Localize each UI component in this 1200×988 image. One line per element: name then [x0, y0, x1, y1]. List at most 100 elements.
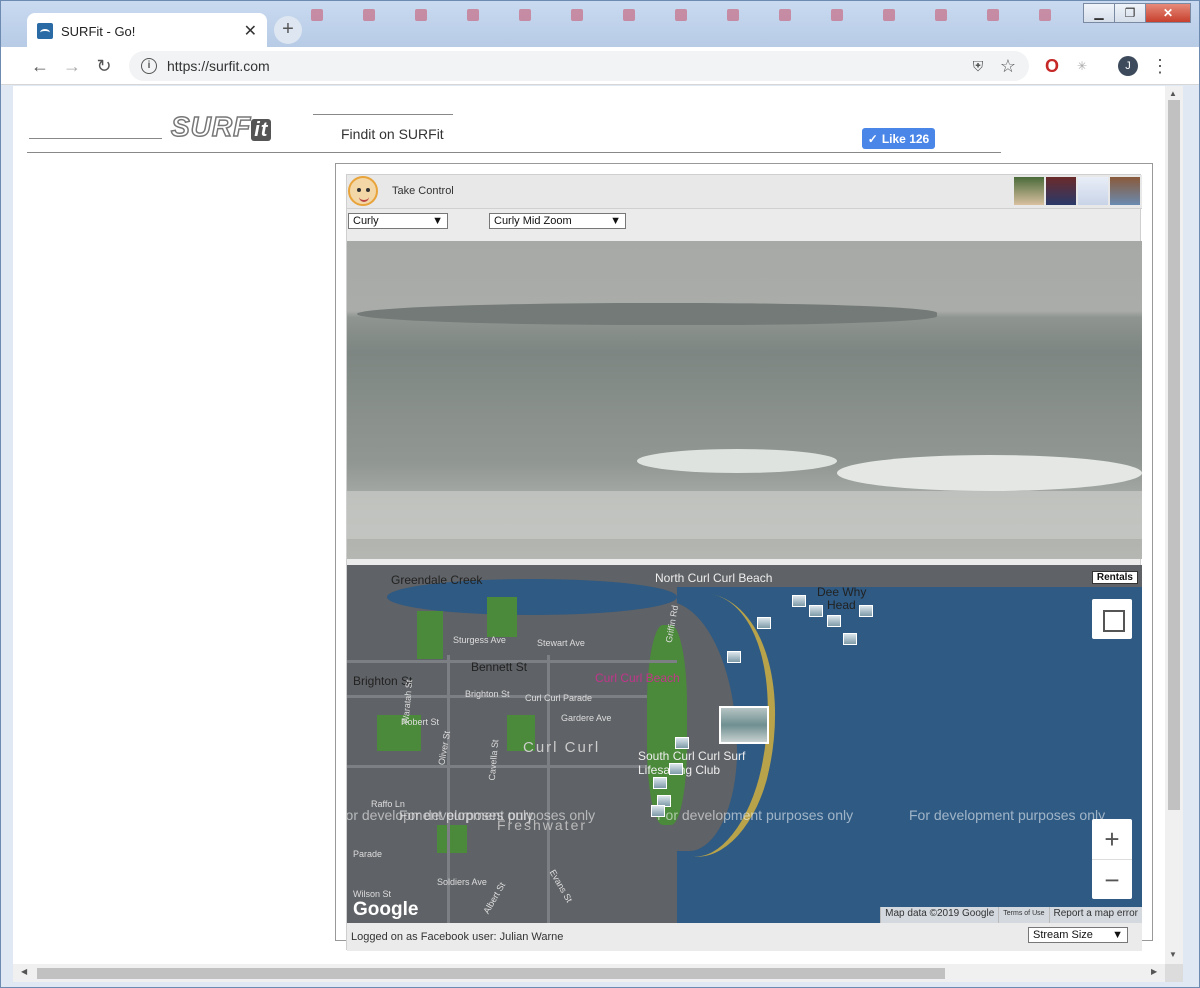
viewer-avatar[interactable]: [1110, 177, 1140, 205]
facebook-like-button[interactable]: ✓ Like 126: [862, 128, 935, 149]
zoom-in-button[interactable]: +: [1092, 819, 1132, 859]
map-poi-label[interactable]: South Curl Curl Surf: [638, 749, 745, 763]
camera-marker[interactable]: [827, 615, 841, 627]
map-data-text: Map data ©2019 Google: [880, 907, 998, 923]
camera-marker[interactable]: [859, 605, 873, 617]
scroll-right-icon: ▶: [1151, 967, 1158, 976]
map-label: Wilson St: [353, 889, 392, 899]
divider-line: [313, 114, 453, 115]
select-row: Curly ▼ Curly Mid Zoom ▼: [347, 209, 1142, 241]
header-divider: [27, 152, 1001, 153]
extension-icon[interactable]: O: [1041, 55, 1063, 77]
camera-marker[interactable]: [809, 605, 823, 617]
headland: [357, 303, 937, 325]
tab-title: SURFit - Go!: [61, 23, 136, 39]
camera-marker[interactable]: [843, 633, 857, 645]
scroll-thumb[interactable]: [37, 968, 945, 979]
vertical-scrollbar[interactable]: ▲ ▼: [1165, 86, 1183, 964]
reload-icon[interactable]: ↻: [93, 55, 115, 77]
camera-marker[interactable]: [653, 777, 667, 789]
fullscreen-icon[interactable]: [1092, 599, 1132, 639]
map-label: Greendale Creek: [391, 573, 483, 587]
viewer-avatars: [1014, 177, 1140, 205]
forward-arrow-icon[interactable]: →: [61, 55, 83, 77]
bookmark-star-icon[interactable]: ☆: [997, 55, 1019, 77]
logged-on-status: Logged on as Facebook user: Julian Warne: [351, 931, 564, 943]
map-poi-label[interactable]: Curl Curl Beach: [595, 671, 680, 685]
scroll-up-icon: ▲: [1169, 89, 1177, 98]
zoom-control: + −: [1092, 819, 1132, 899]
camera-marker[interactable]: [727, 651, 741, 663]
camera-marker[interactable]: [669, 763, 683, 775]
profile-avatar[interactable]: J: [1118, 56, 1138, 76]
surfcam-panel: Take Control Curly ▼ Curly Mid Zoom ▼ Gr…: [335, 163, 1153, 951]
tagline: Findit on SURFit: [341, 126, 444, 142]
new-tab-button[interactable]: +: [274, 16, 302, 44]
google-map[interactable]: Greendale Creek North Curl Curl Beach De…: [347, 565, 1142, 923]
map-label: Sturgess Ave: [453, 635, 506, 645]
url-text: https://surfit.com: [167, 58, 270, 74]
tab-close-icon[interactable]: ✕: [244, 21, 257, 41]
map-label: Soldiers Ave: [437, 877, 487, 887]
google-logo[interactable]: Google: [353, 899, 418, 921]
dropdown-arrow-icon: ▼: [610, 215, 621, 227]
map-label: Bennett St: [471, 660, 528, 674]
address-bar[interactable]: i https://surfit.com: [129, 51, 1029, 81]
maximize-button[interactable]: ❐: [1114, 3, 1146, 23]
browser-toolbar: ← → ↻ i https://surfit.com ⛨ ☆ O ✳ ⋮: [1, 47, 1199, 85]
dropdown-arrow-icon: ▼: [432, 215, 443, 227]
close-window-button[interactable]: ✕: [1145, 3, 1191, 23]
take-control-link[interactable]: Take Control: [392, 185, 454, 197]
map-label: Parade: [353, 849, 383, 859]
menu-dots-icon[interactable]: ⋮: [1149, 55, 1171, 77]
rentals-button[interactable]: Rentals: [1091, 571, 1138, 584]
horizontal-scrollbar[interactable]: ◀ ▶: [13, 964, 1165, 982]
divider-line: [29, 138, 162, 139]
breaking-wave: [837, 455, 1142, 491]
map-label: Curl Curl: [523, 739, 601, 756]
camera-marker[interactable]: [757, 617, 771, 629]
stream-size-select[interactable]: Stream Size ▼: [1028, 927, 1128, 943]
surfit-logo[interactable]: SURF it: [170, 112, 331, 141]
title-bar: SURFit - Go! ✕ + ▁ ❐ ✕: [1, 1, 1199, 49]
zoom-out-button[interactable]: −: [1092, 860, 1132, 900]
camera-marker[interactable]: [651, 805, 665, 817]
back-arrow-icon[interactable]: ←: [29, 55, 51, 77]
viewer-avatar[interactable]: [1046, 177, 1076, 205]
map-attribution: Map data ©2019 Google Terms of Use Repor…: [880, 907, 1142, 923]
privacy-shield-icon[interactable]: ⛨: [967, 55, 989, 77]
panel-footer: Logged on as Facebook user: Julian Warne…: [347, 923, 1142, 951]
report-map-error-link[interactable]: Report a map error: [1048, 907, 1142, 923]
map-watermark: For development purposes only: [399, 807, 596, 823]
surf-camera-stream[interactable]: [347, 241, 1142, 559]
surfit-favicon-icon: [37, 23, 53, 39]
camera-marker[interactable]: [675, 737, 689, 749]
location-select[interactable]: Curly ▼: [348, 213, 448, 229]
selected-camera-marker[interactable]: [719, 706, 769, 744]
background-tabs: [311, 9, 1071, 23]
check-icon: ✓: [867, 131, 878, 146]
page-viewport: SURF it Findit on SURFit ✓ Like 126 Take …: [13, 86, 1165, 964]
whitewater: [347, 491, 1142, 539]
dropdown-arrow-icon: ▼: [1112, 929, 1123, 941]
minimize-button[interactable]: ▁: [1083, 3, 1115, 23]
scroll-thumb[interactable]: [1168, 100, 1180, 810]
map-label: Brighton St: [465, 689, 510, 699]
site-info-icon[interactable]: i: [141, 58, 157, 74]
map-label: Dee Why: [817, 585, 867, 599]
camera-marker[interactable]: [792, 595, 806, 607]
camera-select[interactable]: Curly Mid Zoom ▼: [489, 213, 626, 229]
control-bar: Take Control: [347, 175, 1142, 209]
terms-link[interactable]: Terms of Use: [998, 907, 1048, 923]
browser-window: SURFit - Go! ✕ + ▁ ❐ ✕ ← → ↻ i https://s…: [0, 0, 1200, 988]
extension-2-icon[interactable]: ✳: [1071, 55, 1093, 77]
map-watermark: For development purposes only: [657, 807, 854, 823]
window-controls: ▁ ❐ ✕: [1083, 3, 1191, 23]
map-watermark: For development purposes only: [909, 807, 1106, 823]
viewer-avatar[interactable]: [1014, 177, 1044, 205]
scroll-left-icon: ◀: [21, 967, 28, 976]
viewer-avatar[interactable]: [1078, 177, 1108, 205]
browser-tab[interactable]: SURFit - Go! ✕: [27, 13, 267, 49]
map-label: Curl Curl Parade: [525, 693, 593, 703]
map-label: North Curl Curl Beach: [655, 571, 773, 585]
